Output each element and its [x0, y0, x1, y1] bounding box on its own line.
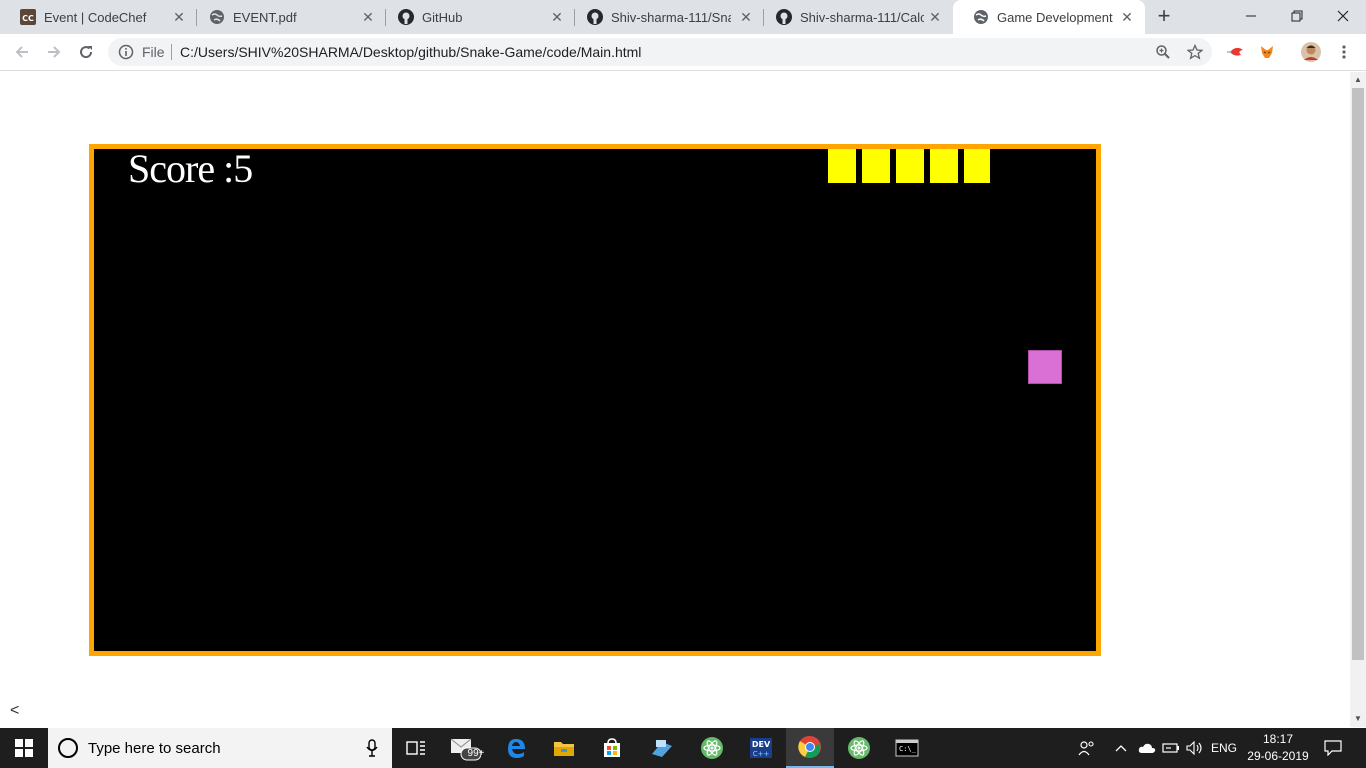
cortana-icon — [58, 738, 78, 758]
snake-segment — [862, 149, 890, 183]
tab-title: Shiv-sharma-111/Calcu — [800, 9, 924, 25]
search-placeholder: Type here to search — [88, 740, 221, 757]
tab-event-pdf[interactable]: EVENT.pdf ✕ — [189, 0, 386, 34]
task-view-icon[interactable] — [392, 728, 440, 768]
atom-editor-icon[interactable] — [688, 728, 736, 768]
address-divider — [171, 44, 172, 60]
snake-segment — [930, 149, 958, 183]
clock[interactable]: 18:17 29-06-2019 — [1244, 731, 1312, 765]
close-tab-icon[interactable]: ✕ — [171, 9, 187, 25]
close-tab-icon[interactable]: ✕ — [927, 9, 943, 25]
tab-title: EVENT.pdf — [233, 9, 297, 25]
clock-date: 29-06-2019 — [1247, 749, 1309, 763]
score-display: Score :5 — [128, 146, 253, 191]
extension-red-icon[interactable] — [1226, 42, 1246, 62]
snake-segment — [828, 149, 856, 183]
zoom-icon[interactable] — [1154, 43, 1172, 61]
store-icon[interactable] — [588, 728, 636, 768]
people-icon[interactable] — [1076, 728, 1098, 768]
windows-logo-icon — [15, 739, 33, 757]
volume-icon[interactable] — [1184, 728, 1206, 768]
tab-snake-repo[interactable]: Shiv-sharma-111/Snake ✕ — [567, 0, 764, 34]
scroll-down-arrow-icon[interactable]: ▼ — [1350, 711, 1366, 727]
show-hidden-icons-icon[interactable] — [1112, 728, 1130, 768]
vertical-scrollbar[interactable]: ▲ ▼ — [1350, 72, 1366, 727]
scrollbar-thumb[interactable] — [1352, 88, 1364, 660]
address-bar[interactable]: File C:/Users/SHIV%20SHARMA/Desktop/gith… — [108, 38, 1212, 66]
url-text[interactable]: C:/Users/SHIV%20SHARMA/Desktop/github/Sn… — [180, 44, 641, 60]
windows-taskbar: Type here to search 99+ DEV C++ C:\_ ENG… — [0, 728, 1366, 768]
close-window-button[interactable] — [1320, 0, 1366, 32]
page-content: Score :5 < — [0, 72, 1350, 727]
command-prompt-icon[interactable]: C:\_ — [883, 728, 931, 768]
tab-title: Game Development — [997, 9, 1113, 25]
new-tab-button[interactable]: + — [1152, 5, 1176, 29]
metamask-icon[interactable] — [1257, 42, 1277, 62]
file-explorer-icon[interactable] — [540, 728, 588, 768]
browser-toolbar: File C:/Users/SHIV%20SHARMA/Desktop/gith… — [0, 34, 1366, 71]
edge-icon[interactable] — [492, 728, 540, 768]
onedrive-icon[interactable] — [1136, 728, 1158, 768]
minimize-button[interactable] — [1228, 0, 1274, 32]
svg-text:C++: C++ — [753, 750, 770, 758]
profile-avatar[interactable] — [1301, 42, 1321, 62]
github-icon — [776, 9, 792, 25]
reload-button[interactable] — [74, 40, 98, 64]
github-icon — [398, 9, 414, 25]
scroll-left-indicator[interactable]: < — [10, 702, 19, 720]
taskbar-search-box[interactable]: Type here to search — [48, 728, 392, 768]
snake-head — [964, 149, 990, 183]
tab-strip: CC Event | CodeChef ✕ EVENT.pdf ✕ GitHub… — [0, 0, 1366, 34]
close-tab-icon[interactable]: ✕ — [738, 9, 754, 25]
github-icon — [587, 9, 603, 25]
language-indicator[interactable]: ENG — [1208, 728, 1240, 768]
tab-title: Event | CodeChef — [44, 9, 147, 25]
codechef-icon: CC — [20, 9, 36, 25]
info-icon[interactable] — [118, 44, 134, 60]
forward-button[interactable] — [42, 40, 66, 64]
clock-time: 18:17 — [1262, 732, 1294, 746]
dev-cpp-icon[interactable]: DEV C++ — [737, 728, 785, 768]
scroll-up-arrow-icon[interactable]: ▲ — [1350, 72, 1366, 88]
tab-title: Shiv-sharma-111/Snake — [611, 9, 731, 25]
bookmark-star-icon[interactable] — [1186, 43, 1204, 61]
svg-text:C:\_: C:\_ — [899, 745, 917, 753]
svg-text:DEV: DEV — [752, 740, 771, 749]
close-tab-icon[interactable]: ✕ — [360, 9, 376, 25]
start-button[interactable] — [0, 728, 48, 768]
battery-icon[interactable] — [1160, 728, 1182, 768]
back-button[interactable] — [10, 40, 34, 64]
game-canvas[interactable]: Score :5 — [89, 144, 1101, 656]
chrome-menu-icon[interactable] — [1334, 42, 1354, 62]
chrome-taskbar-icon[interactable] — [786, 728, 834, 768]
action-center-icon[interactable] — [1316, 728, 1350, 768]
tab-game-development[interactable]: Game Development ✕ — [953, 0, 1145, 34]
tab-title: GitHub — [422, 9, 463, 25]
tab-github[interactable]: GitHub ✕ — [378, 0, 575, 34]
close-tab-icon[interactable]: ✕ — [549, 9, 565, 25]
svg-text:CC: CC — [22, 14, 34, 23]
microphone-icon[interactable] — [366, 739, 378, 757]
atom-editor-icon-2[interactable] — [835, 728, 883, 768]
globe-icon — [209, 9, 225, 25]
scheme-label: File — [142, 44, 165, 60]
globe-icon — [973, 9, 989, 25]
tab-calculator-repo[interactable]: Shiv-sharma-111/Calcu ✕ — [756, 0, 953, 34]
remote-desktop-icon[interactable] — [638, 728, 686, 768]
snake-segment — [896, 149, 924, 183]
food-block — [1028, 350, 1062, 384]
tab-codechef[interactable]: CC Event | CodeChef ✕ — [0, 0, 197, 34]
close-tab-icon[interactable]: ✕ — [1119, 9, 1135, 25]
mail-badge-count: 99+ — [467, 748, 485, 759]
restore-button[interactable] — [1274, 0, 1320, 32]
